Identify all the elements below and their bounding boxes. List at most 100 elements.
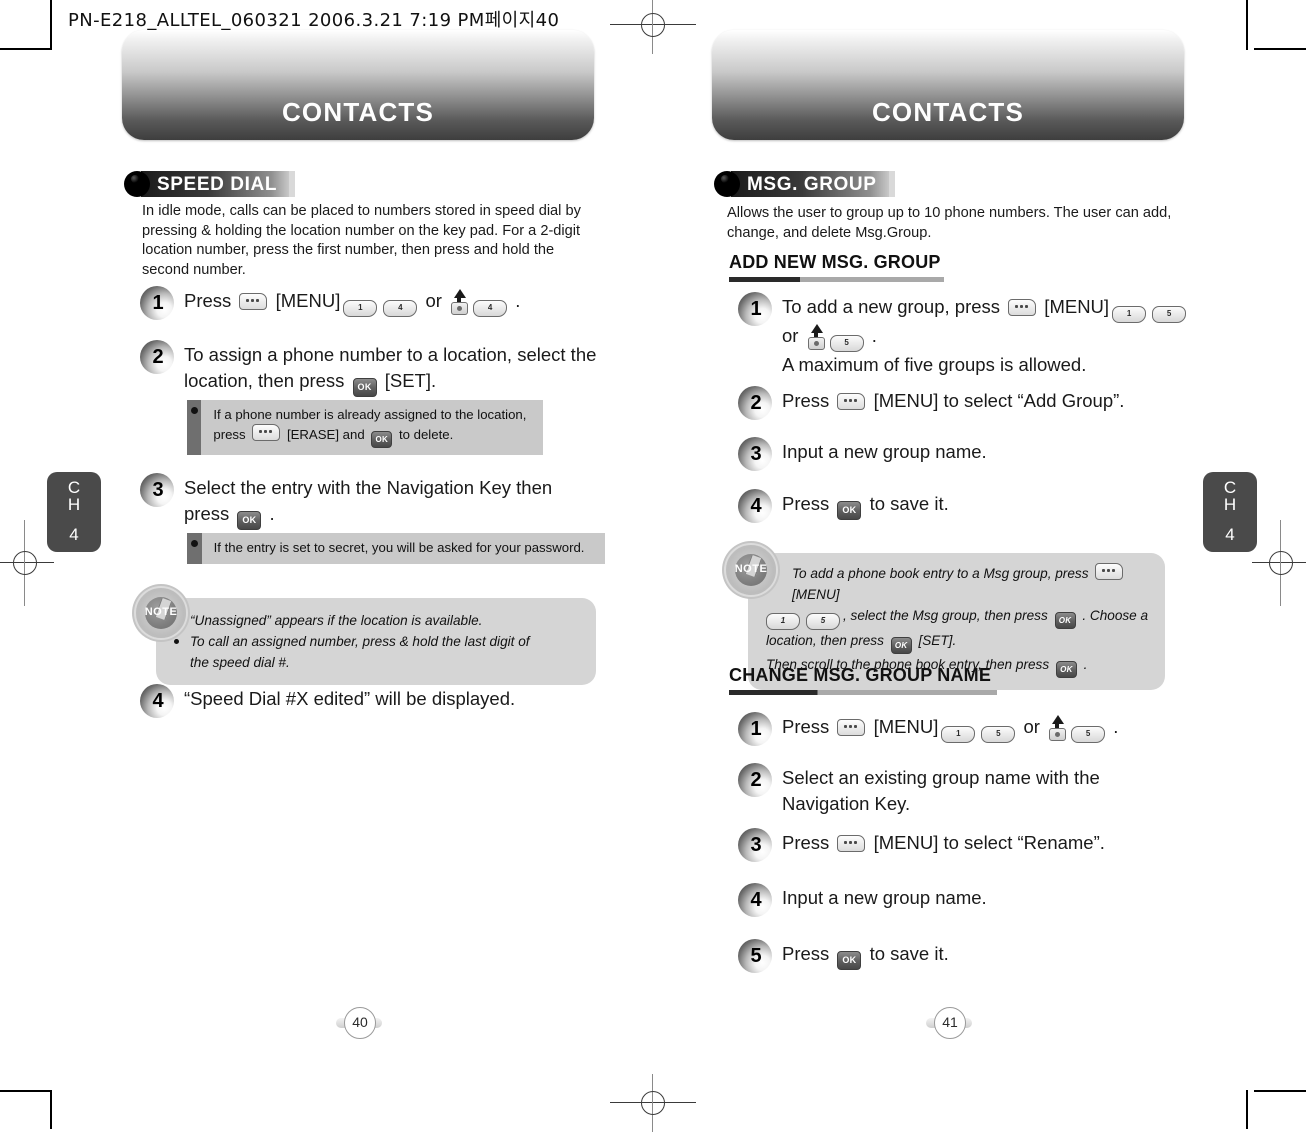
- note-icon: NOTE: [726, 545, 776, 595]
- crop-mark-top-left-v: [50, 0, 52, 50]
- right-page-banner: CONTACTS: [712, 30, 1184, 140]
- step-text-pre: Press: [782, 832, 835, 853]
- right-change-step-3: 3 Press [MENU] to select “Rename”.: [738, 828, 1198, 862]
- crop-mark-top-right-v: [1246, 0, 1248, 50]
- infobox-text-3: to delete.: [395, 427, 454, 442]
- keypad-key-1-icon: 1: [766, 613, 800, 630]
- step-text-pre: Press: [782, 493, 835, 514]
- step-text-post: or: [1018, 716, 1046, 737]
- note-text-6: [SET].: [914, 633, 957, 648]
- subhead-rule: [729, 690, 997, 695]
- step-number: 5: [750, 945, 762, 967]
- keypad-key-1-icon: 1: [941, 726, 976, 743]
- soft-key-icon: [239, 293, 268, 310]
- step-text-post: to save it.: [864, 943, 949, 964]
- right-chapter-number: 4: [1225, 525, 1235, 544]
- left-chapter-letter-h: H: [67, 495, 81, 514]
- step-text-pre: To add a new group, press: [782, 296, 1006, 317]
- ok-key-icon: OK: [1055, 661, 1077, 678]
- keypad-key-5-icon-2: 5: [1071, 726, 1106, 743]
- infobox-bullet-icon: [190, 407, 198, 414]
- step-number: 2: [750, 769, 762, 791]
- right-change-step-3-text: Press [MENU] to select “Rename”.: [782, 828, 1105, 856]
- step-text-pre: Press: [782, 943, 835, 964]
- ok-key-icon: OK: [352, 378, 377, 397]
- step-text-mid: [MENU]: [1039, 296, 1110, 317]
- right-banner-title: CONTACTS: [871, 97, 1025, 127]
- right-change-step-2-text: Select an existing group name with the N…: [782, 767, 1100, 814]
- section-pill: SPEED DIAL: [141, 171, 290, 197]
- right-add-step-4-text: Press OK to save it.: [782, 489, 949, 520]
- keypad-key-4-icon-2: 4: [473, 300, 508, 317]
- soft-key-icon: [837, 393, 866, 410]
- subhead-rule: [729, 277, 944, 282]
- registration-mark-bottom: [610, 1074, 696, 1132]
- left-page-banner: CONTACTS: [122, 30, 594, 140]
- soft-key-icon: [1095, 563, 1124, 580]
- ok-key-icon: OK: [837, 501, 862, 520]
- left-step-4-text: “Speed Dial #X edited” will be displayed…: [184, 688, 516, 709]
- right-change-step-5-text: Press OK to save it.: [782, 939, 949, 970]
- step-number: 3: [152, 479, 164, 501]
- right-add-step-2: 2 Press [MENU] to select “Add Group”.: [738, 386, 1198, 420]
- step-text-post: or: [782, 325, 804, 346]
- note-item: To call an assigned number, press & hold…: [174, 631, 535, 673]
- print-slug: PN-E218_ALLTEL_060321 2006.3.21 7:19 PM페…: [68, 10, 560, 31]
- left-note-body: “Unassigned” appears if the location is …: [156, 598, 596, 685]
- right-change-step-1-text: Press [MENU] 1 5 or 5 .: [782, 712, 1118, 743]
- step-number-badge: 3: [738, 437, 772, 471]
- right-add-step-2-text: Press [MENU] to select “Add Group”.: [782, 386, 1124, 414]
- subhead-change-msg-group-name: CHANGE MSG. GROUP NAME: [729, 665, 997, 695]
- soft-key-icon: [837, 719, 866, 736]
- ok-key-icon: OK: [237, 511, 262, 530]
- step-text-end: .: [1108, 716, 1119, 737]
- subhead-add-new-msg-group-label: ADD NEW MSG. GROUP: [729, 252, 941, 272]
- left-step-4: 4 “Speed Dial #X edited” will be display…: [140, 684, 600, 718]
- note-icon-label: NOTE: [144, 606, 178, 618]
- right-add-step-4: 4 Press OK to save it.: [738, 489, 1198, 523]
- section-msg-group-label: MSG. GROUP: [747, 173, 877, 195]
- registration-mark-left: [0, 520, 54, 606]
- step-text-end: .: [866, 325, 877, 346]
- section-pill-tail: [888, 171, 895, 197]
- soft-key-icon: [837, 835, 866, 852]
- right-change-step-4-text: Input a new group name.: [782, 887, 987, 908]
- speed-dial-intro: In idle mode, calls can be placed to num…: [142, 203, 581, 278]
- step-text-post: [MENU] to select “Add Group”.: [868, 390, 1125, 411]
- note-text-5: location, then press: [766, 633, 888, 648]
- left-step-3-text: Select the entry with the Navigation Key…: [184, 473, 600, 530]
- left-infobox-2: If the entry is set to secret, you will …: [187, 533, 605, 564]
- right-add-step-1: 1 To add a new group, press [MENU] 1 5 or …: [738, 292, 1198, 378]
- left-infobox-1-text: If a phone number is already assigned to…: [201, 400, 543, 455]
- step-text-post: .: [264, 503, 275, 524]
- right-change-step-5: 5 Press OK to save it.: [738, 939, 1198, 973]
- crop-mark-top-left-h: [0, 48, 52, 50]
- step-number-badge: 2: [738, 386, 772, 420]
- note-text-2: [MENU]: [792, 587, 840, 602]
- section-bullet-icon: [714, 171, 740, 197]
- step-number: 2: [152, 346, 164, 368]
- navigation-key-up-icon: [807, 324, 825, 350]
- step-number: 2: [750, 392, 762, 414]
- step-number-badge: 4: [738, 489, 772, 523]
- right-chapter-letter-h: H: [1223, 495, 1237, 514]
- right-add-step-1-text: To add a new group, press [MENU] 1 5 or 5 …: [782, 292, 1189, 378]
- note-text-1: To add a phone book entry to a Msg group…: [792, 566, 1093, 581]
- step-number: 1: [750, 298, 762, 320]
- right-add-step-3: 3 Input a new group name.: [738, 437, 1198, 471]
- ok-key-icon: OK: [837, 951, 862, 970]
- registration-mark-top: [610, 0, 696, 54]
- left-banner-title: CONTACTS: [281, 97, 435, 127]
- soft-key-icon: [1008, 299, 1037, 316]
- right-page-number: 41: [926, 1007, 972, 1039]
- left-infobox-2-text: If the entry is set to secret, you will …: [201, 533, 605, 564]
- subhead-add-new-msg-group: ADD NEW MSG. GROUP: [729, 252, 944, 282]
- step-number-badge: 3: [738, 828, 772, 862]
- note-icon: NOTE: [136, 588, 186, 638]
- msg-group-intro: Allows the user to group up to 10 phone …: [727, 205, 1172, 241]
- step-text-pre: Press: [184, 290, 237, 311]
- step-text-pre: Press: [782, 716, 835, 737]
- left-chapter-tab: C H 4: [47, 472, 101, 552]
- step-text-end: .: [510, 290, 521, 311]
- crop-mark-top-right-h: [1254, 48, 1306, 50]
